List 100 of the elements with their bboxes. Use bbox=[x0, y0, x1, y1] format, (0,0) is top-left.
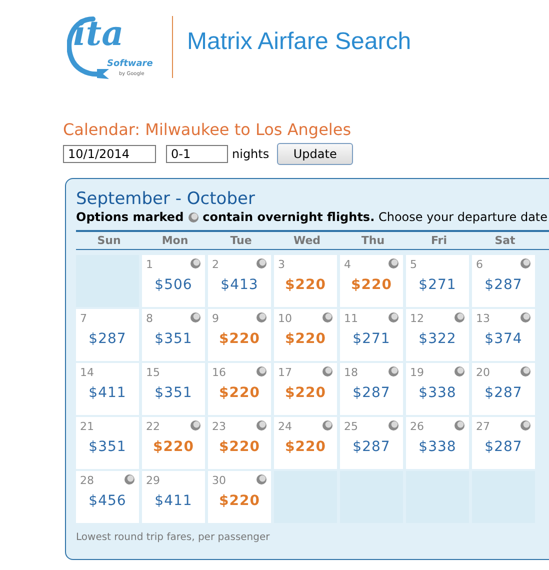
day-cell[interactable]: 5 $271 bbox=[406, 255, 469, 307]
fare-price[interactable]: $220 bbox=[219, 493, 260, 509]
fare-price[interactable]: $411 bbox=[88, 385, 126, 401]
day-cell[interactable]: 30 $220 bbox=[208, 471, 271, 523]
fare-price[interactable]: $271 bbox=[352, 331, 390, 347]
day-number: 9 bbox=[212, 312, 219, 325]
day-cell[interactable]: 29 $411 bbox=[142, 471, 205, 523]
app-title: Matrix Airfare Search bbox=[187, 28, 412, 56]
day-number: 10 bbox=[278, 312, 292, 325]
logo-software: Software bbox=[107, 59, 153, 69]
day-number: 16 bbox=[212, 366, 226, 379]
nights-field[interactable]: 0-1 bbox=[166, 145, 228, 163]
fare-price[interactable]: $506 bbox=[154, 277, 192, 293]
day-cell[interactable]: 1 $506 bbox=[142, 255, 205, 307]
day-number: 7 bbox=[80, 312, 87, 325]
day-cell[interactable]: 10 $220 bbox=[274, 309, 337, 361]
day-number: 29 bbox=[146, 474, 160, 487]
day-cell[interactable]: 7 $287 bbox=[76, 309, 139, 361]
fare-price[interactable]: $287 bbox=[88, 331, 126, 347]
day-cell[interactable]: 26 $338 bbox=[406, 417, 469, 469]
fare-price[interactable]: $287 bbox=[352, 385, 390, 401]
date-field[interactable]: 10/1/2014 bbox=[63, 145, 156, 163]
fare-price[interactable]: $220 bbox=[153, 439, 194, 455]
fare-price[interactable]: $338 bbox=[418, 439, 456, 455]
day-cell[interactable]: 13 $374 bbox=[472, 309, 535, 361]
weekday-header: Tue bbox=[229, 234, 253, 247]
day-cell[interactable]: 23 $220 bbox=[208, 417, 271, 469]
day-number: 28 bbox=[80, 474, 94, 487]
day-cell[interactable]: 14 $411 bbox=[76, 363, 139, 415]
day-number: 3 bbox=[278, 258, 285, 271]
day-number: 6 bbox=[476, 258, 483, 271]
day-number: 1 bbox=[146, 258, 153, 271]
fare-price[interactable]: $220 bbox=[285, 331, 326, 347]
day-number: 25 bbox=[344, 420, 358, 433]
fare-price[interactable]: $287 bbox=[484, 439, 522, 455]
day-number: 5 bbox=[410, 258, 417, 271]
day-number: 8 bbox=[146, 312, 153, 325]
fare-price[interactable]: $338 bbox=[418, 385, 456, 401]
day-cell[interactable]: 6 $287 bbox=[472, 255, 535, 307]
update-button[interactable]: Update bbox=[277, 143, 354, 165]
day-cell[interactable]: 25 $287 bbox=[340, 417, 403, 469]
weekday-header: Mon bbox=[160, 234, 190, 247]
day-cell[interactable]: 21 $351 bbox=[76, 417, 139, 469]
day-cell[interactable]: 15 $351 bbox=[142, 363, 205, 415]
nights-label: nights bbox=[232, 147, 270, 161]
fare-price[interactable]: $351 bbox=[88, 439, 126, 455]
day-number: 13 bbox=[476, 312, 490, 325]
day-cell[interactable]: 2 $413 bbox=[208, 255, 271, 307]
weekday-header: Thu bbox=[360, 234, 386, 247]
fare-price[interactable]: $271 bbox=[418, 277, 456, 293]
day-cell[interactable]: 20 $287 bbox=[472, 363, 535, 415]
day-number: 30 bbox=[212, 474, 226, 487]
day-cell[interactable]: 16 $220 bbox=[208, 363, 271, 415]
day-cell[interactable]: 24 $220 bbox=[274, 417, 337, 469]
day-number: 24 bbox=[278, 420, 292, 433]
fare-price[interactable]: $413 bbox=[220, 277, 258, 293]
fare-price[interactable]: $351 bbox=[154, 331, 192, 347]
fare-price[interactable]: $287 bbox=[484, 385, 522, 401]
day-cell[interactable]: 9 $220 bbox=[208, 309, 271, 361]
day-number: 23 bbox=[212, 420, 226, 433]
day-cell[interactable]: 4 $220 bbox=[340, 255, 403, 307]
day-cell[interactable]: 11 $271 bbox=[340, 309, 403, 361]
day-cell[interactable]: 17 $220 bbox=[274, 363, 337, 415]
fare-price[interactable]: $220 bbox=[285, 385, 326, 401]
day-cell[interactable]: 8 $351 bbox=[142, 309, 205, 361]
fare-price[interactable]: $411 bbox=[154, 493, 192, 509]
calendar-heading: Calendar: Milwaukee to Los Angeles bbox=[63, 120, 352, 139]
fare-price[interactable]: $322 bbox=[418, 331, 456, 347]
fare-price[interactable]: $220 bbox=[351, 277, 392, 293]
day-number: 4 bbox=[344, 258, 351, 271]
fare-price[interactable]: $351 bbox=[154, 385, 192, 401]
fare-price[interactable]: $287 bbox=[352, 439, 390, 455]
fare-price[interactable]: $287 bbox=[484, 277, 522, 293]
day-cell[interactable]: 12 $322 bbox=[406, 309, 469, 361]
day-cell[interactable]: 19 $338 bbox=[406, 363, 469, 415]
day-cell[interactable]: 3 $220 bbox=[274, 255, 337, 307]
day-cell[interactable]: 22 $220 bbox=[142, 417, 205, 469]
fare-price[interactable]: $220 bbox=[219, 439, 260, 455]
day-number: 21 bbox=[80, 420, 94, 433]
footnote: Lowest round trip fares, per passenger bbox=[76, 532, 271, 543]
day-number: 18 bbox=[344, 366, 358, 379]
legend-text: contain overnight flights. Choose your departure date bbox=[202, 210, 548, 224]
fare-price[interactable]: $220 bbox=[219, 385, 260, 401]
day-number: 22 bbox=[146, 420, 160, 433]
day-cell[interactable]: 18 $287 bbox=[340, 363, 403, 415]
weekday-header: Fri bbox=[430, 234, 448, 247]
day-cell[interactable]: 28 $456 bbox=[76, 471, 139, 523]
fare-price[interactable]: $220 bbox=[285, 439, 326, 455]
overnight-icon bbox=[188, 212, 199, 222]
fare-price[interactable]: $374 bbox=[484, 331, 522, 347]
fare-price[interactable]: $456 bbox=[88, 493, 126, 509]
legend-text: Options marked bbox=[76, 210, 184, 224]
day-number: 11 bbox=[344, 312, 358, 325]
day-cell[interactable]: 27 $287 bbox=[472, 417, 535, 469]
day-number: 15 bbox=[146, 366, 160, 379]
fare-price[interactable]: $220 bbox=[219, 331, 260, 347]
weekday-header: Sat bbox=[494, 234, 516, 247]
fare-price[interactable]: $220 bbox=[285, 277, 326, 293]
weekday-header: Wed bbox=[292, 234, 322, 247]
day-number: 20 bbox=[476, 366, 490, 379]
